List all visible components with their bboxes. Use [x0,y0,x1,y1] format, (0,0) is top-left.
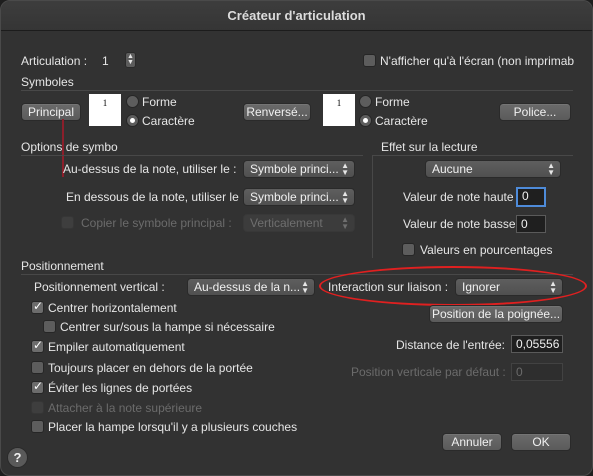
above-note-popup-value: Symbole princi... [250,162,339,176]
outside-staff-checkbox[interactable] [31,361,44,374]
popup-arrows-icon: ▲ ▼ [341,215,349,231]
positioning-heading: Positionnement [21,259,104,273]
below-note-label: En dessous de la note, utiliser le : [66,190,246,204]
reversed-symbol-preview[interactable]: 1 [323,94,355,126]
auto-stack-label: Empiler automatiquement [48,340,185,354]
avoid-staff-lines-label: Éviter les lignes de portées [48,381,193,395]
reversed-font-radio[interactable] [359,95,372,108]
copy-symbol-popup-value: Verticalement [250,216,323,230]
top-note-value-label: Valeur de note haute [403,190,514,204]
copy-symbol-checkbox[interactable] [61,216,74,229]
percent-values-label: Valeurs en pourcentages [420,243,553,257]
playback-divider [373,155,573,156]
stem-multiple-layers-checkbox[interactable] [31,420,44,433]
symbol-options-divider [21,155,363,156]
outside-staff-label: Toujours placer en dehors de la portée [48,361,253,375]
reversed-character-radio-label: Caractère [375,114,428,128]
center-horizontally-checkbox[interactable] [31,299,44,314]
symbol-options-heading: Options de symbo [21,140,118,154]
below-note-popup-value: Symbole princi... [250,190,339,204]
playback-effect-popup-value: Aucune [432,162,473,176]
vertical-position-popup-value: Au-dessus de la n... [194,280,301,294]
playback-vertical-divider [372,155,373,258]
main-character-radio[interactable] [126,114,139,127]
cancel-button[interactable]: Annuler [442,433,502,451]
bottom-note-value-field[interactable]: 0 [516,215,546,233]
articulation-number: 1 [102,54,109,68]
main-character-radio-label: Caractère [142,114,195,128]
center-on-stem-label: Centrer sur/sous la hampe si nécessaire [60,320,275,334]
reversed-font-radio-label: Forme [375,95,410,109]
screen-only-label: N'afficher qu'à l'écran (non imprimab [380,54,575,68]
font-button[interactable]: Police... [499,103,571,121]
avoid-staff-lines-checkbox[interactable] [31,379,44,394]
window-title: Créateur d'articulation [1,1,592,31]
main-symbol-preview[interactable]: 1 [89,94,121,126]
top-note-value-field[interactable]: 0 [516,187,546,207]
above-note-popup[interactable]: Symbole princi... ▲ ▼ [243,160,355,178]
reversed-character-radio[interactable] [359,114,372,127]
entry-distance-label: Distance de l'entrée: [396,338,506,352]
attach-top-note-checkbox[interactable] [31,401,44,414]
popup-arrows-icon: ▲ ▼ [547,161,555,177]
popup-arrows-icon: ▲ ▼ [341,189,349,205]
reversed-button[interactable]: Renversé... [243,103,311,121]
popup-arrows-icon: ▲ ▼ [341,161,349,177]
playback-effect-popup[interactable]: Aucune ▲ ▼ [425,160,561,178]
default-vertical-position-label: Position verticale par défaut : [351,365,506,379]
auto-stack-checkbox[interactable] [31,338,44,353]
default-vertical-position-field[interactable]: 0 [511,363,563,381]
help-button[interactable]: ? [7,447,28,468]
main-font-radio[interactable] [126,95,139,108]
bottom-note-value-label: Valeur de note basse [403,217,516,231]
handle-position-button[interactable]: Position de la poignée... [429,305,563,323]
vertical-position-label: Positionnement vertical : [34,280,165,294]
symbols-heading: Symboles [21,75,74,89]
center-on-stem-checkbox[interactable] [43,320,56,333]
main-font-radio-label: Forme [142,95,177,109]
vertical-position-popup[interactable]: Au-dessus de la n... ▲ ▼ [187,278,315,296]
above-note-label: Au-dessus de la note, utiliser le : [63,162,237,176]
popup-arrows-icon: ▲ ▼ [301,279,309,295]
playback-heading: Effet sur la lecture [381,140,478,154]
stem-multiple-layers-label: Placer la hampe lorsqu'il y a plusieurs … [48,420,298,434]
annotation-ellipse [319,266,587,306]
screen-only-checkbox[interactable] [363,54,376,67]
copy-symbol-label: Copier le symbole principal : [81,216,232,230]
attach-top-note-label: Attacher à la note supérieure [48,401,203,415]
symbols-divider [21,90,573,91]
articulation-stepper[interactable]: ▲ ▼ [125,52,136,68]
below-note-popup[interactable]: Symbole princi... ▲ ▼ [243,188,355,206]
percent-values-checkbox[interactable] [402,243,415,256]
center-horizontally-label: Centrer horizontalement [48,301,177,315]
articulation-designer-dialog: Créateur d'articulation Articulation : 1… [0,0,593,476]
entry-distance-field[interactable]: 0,05556 [511,335,563,353]
principal-button[interactable]: Principal [21,103,81,121]
ok-button[interactable]: OK [511,433,571,451]
copy-symbol-popup[interactable]: Verticalement ▲ ▼ [243,214,355,232]
articulation-label: Articulation : [21,54,88,68]
